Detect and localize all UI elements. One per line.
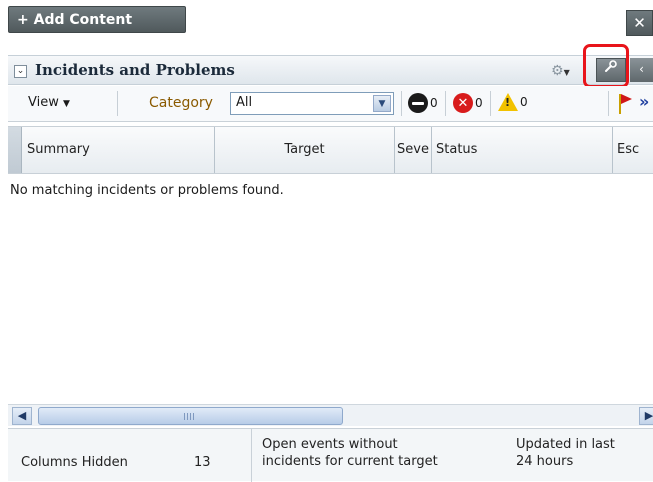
scroll-left-icon[interactable]: ◀ (12, 407, 32, 425)
open-events-line1: Open events without (262, 437, 398, 452)
more-icon[interactable]: » (639, 92, 649, 111)
empty-message: No matching incidents or problems found. (10, 183, 284, 198)
separator (445, 91, 446, 116)
table-header: Summary Target Seve Status Esc (8, 126, 653, 174)
collapse-right-icon[interactable]: ‹ (630, 58, 653, 82)
column-escalated[interactable]: Esc (613, 127, 653, 173)
columns-hidden-count[interactable]: 13 (194, 455, 211, 470)
category-select[interactable]: All ▼ (230, 92, 394, 115)
columns-hidden-label: Columns Hidden (21, 455, 128, 470)
collapse-icon[interactable]: ⌄ (14, 65, 27, 78)
chevron-down-icon: ▼ (563, 68, 570, 77)
separator (490, 91, 491, 116)
toolbar: View ▼ Category All ▼ 0 ✕ 0 ! 0 » (8, 86, 653, 122)
column-severity[interactable]: Seve (395, 127, 432, 173)
panel-title: Incidents and Problems (35, 61, 235, 79)
scroll-right-icon[interactable]: ▶ (639, 407, 653, 425)
critical-icon: ✕ (453, 93, 473, 113)
add-content-button[interactable]: + Add Content (8, 6, 186, 33)
view-menu[interactable]: View ▼ (28, 95, 70, 110)
updated-text: Updated in last 24 hours (516, 436, 615, 470)
grip-icon (184, 413, 196, 420)
warning-filter[interactable]: ! 0 (498, 93, 528, 111)
open-events-cell[interactable]: Open events without incidents for curren… (252, 429, 508, 482)
fatal-icon (408, 93, 428, 113)
separator (608, 91, 609, 116)
updated-line1: Updated in last (516, 437, 615, 452)
category-label: Category (149, 95, 213, 111)
flag-icon[interactable] (619, 92, 633, 114)
view-menu-label: View (28, 95, 59, 110)
scrollbar-thumb[interactable] (38, 407, 343, 425)
critical-count: 0 (475, 96, 483, 110)
critical-filter[interactable]: ✕ 0 (453, 93, 483, 113)
footer: Columns Hidden 13 Open events without in… (8, 428, 653, 482)
fatal-filter[interactable]: 0 (408, 93, 438, 113)
gear-menu-icon[interactable]: ⚙▼ (551, 63, 570, 79)
highlight-box (583, 44, 629, 88)
warning-icon: ! (498, 93, 518, 111)
open-events-text: Open events without incidents for curren… (262, 436, 438, 470)
row-header-cell (8, 127, 22, 173)
warning-count: 0 (520, 95, 528, 109)
chevron-down-icon: ▼ (63, 99, 70, 109)
updated-line2: 24 hours (516, 454, 574, 469)
separator (117, 91, 118, 116)
panel-header: ⌄ Incidents and Problems ⚙▼ ‹ (8, 55, 653, 85)
column-summary[interactable]: Summary (23, 127, 215, 173)
gear-icon[interactable]: ⚙ (551, 63, 564, 79)
column-status[interactable]: Status (432, 127, 613, 173)
columns-hidden-cell: Columns Hidden 13 (8, 429, 252, 482)
horizontal-scrollbar[interactable]: ◀ ▶ (8, 404, 653, 426)
fatal-count: 0 (430, 96, 438, 110)
dropdown-arrow-icon[interactable]: ▼ (373, 95, 391, 112)
open-events-line2: incidents for current target (262, 454, 438, 469)
updated-cell: Updated in last 24 hours (508, 429, 653, 482)
close-icon[interactable]: ✕ (626, 10, 653, 36)
column-target[interactable]: Target (215, 127, 395, 173)
category-value: All (236, 95, 253, 110)
separator (401, 91, 402, 116)
